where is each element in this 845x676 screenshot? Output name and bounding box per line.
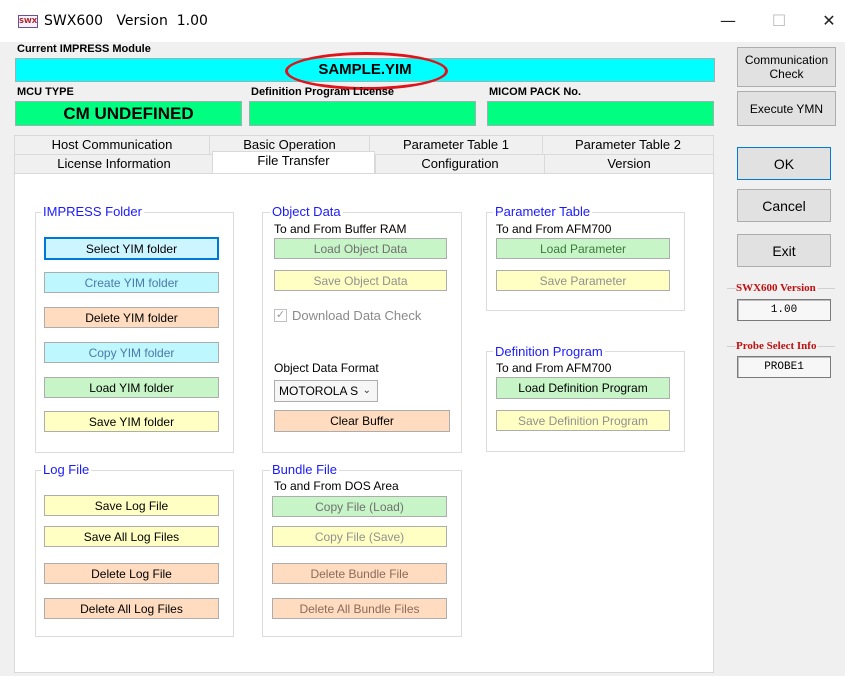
object-data-title: Object Data: [270, 204, 343, 219]
delete-yim-folder-button[interactable]: Delete YIM folder: [44, 307, 219, 328]
cancel-button[interactable]: Cancel: [737, 189, 831, 222]
definition-license-value: [249, 101, 476, 126]
object-data-format-value: MOTOROLA S: [279, 384, 359, 398]
log-file-title: Log File: [41, 462, 92, 477]
definition-program-subtitle: To and From AFM700: [496, 361, 612, 375]
mcu-type-label: MCU TYPE: [17, 86, 74, 98]
delete-log-file-button[interactable]: Delete Log File: [44, 563, 219, 584]
tab-host-communication[interactable]: Host Communication: [14, 135, 209, 154]
module-label: Current IMPRESS Module: [17, 43, 151, 55]
tab-file-transfer[interactable]: File Transfer: [212, 151, 375, 173]
copy-file-load-button[interactable]: Copy File (Load): [272, 496, 447, 517]
copy-file-save-button[interactable]: Copy File (Save): [272, 526, 447, 547]
parameter-table-subtitle: To and From AFM700: [496, 222, 612, 236]
select-yim-folder-button[interactable]: Select YIM folder: [44, 237, 219, 260]
app-icon: SWX: [18, 15, 38, 28]
delete-all-bundle-files-button[interactable]: Delete All Bundle Files: [272, 598, 447, 619]
communication-check-button[interactable]: Communication Check: [737, 47, 836, 87]
load-yim-folder-button[interactable]: Load YIM folder: [44, 377, 219, 398]
maximize-icon: ☐: [771, 11, 787, 30]
close-icon: ✕: [822, 11, 836, 30]
window-title: SWX600 Version 1.00: [44, 13, 208, 29]
exit-button[interactable]: Exit: [737, 234, 831, 267]
impress-folder-title: IMPRESS Folder: [41, 204, 144, 219]
tab-license-information[interactable]: License Information: [14, 154, 213, 173]
delete-bundle-file-button[interactable]: Delete Bundle File: [272, 563, 447, 584]
mcu-type-value: CM UNDEFINED: [15, 101, 242, 126]
save-yim-folder-button[interactable]: Save YIM folder: [44, 411, 219, 432]
micom-pack-value: [487, 101, 714, 126]
close-button[interactable]: ✕: [814, 8, 844, 34]
object-data-format-label: Object Data Format: [274, 361, 379, 375]
download-data-check-label: Download Data Check: [292, 308, 422, 323]
parameter-table-title: Parameter Table: [493, 204, 593, 219]
bundle-file-title: Bundle File: [270, 462, 340, 477]
definition-license-label: Definition Program License: [251, 86, 395, 98]
chevron-down-icon: ⌄: [362, 385, 371, 396]
swx-version-value: 1.00: [737, 299, 831, 321]
object-data-format-select[interactable]: MOTOROLA S ⌄: [274, 380, 378, 402]
execute-ymn-button[interactable]: Execute YMN: [737, 91, 836, 126]
save-all-log-files-button[interactable]: Save All Log Files: [44, 526, 219, 547]
load-definition-program-button[interactable]: Load Definition Program: [496, 377, 670, 399]
minimize-button[interactable]: —: [713, 8, 743, 34]
tab-parameter-table-1[interactable]: Parameter Table 1: [369, 135, 542, 154]
probe-select-value: PROBE1: [737, 356, 831, 378]
copy-yim-folder-button[interactable]: Copy YIM folder: [44, 342, 219, 363]
tab-configuration[interactable]: Configuration: [375, 154, 544, 173]
tab-parameter-table-2[interactable]: Parameter Table 2: [542, 135, 714, 154]
maximize-button[interactable]: ☐: [764, 8, 794, 34]
bundle-file-subtitle: To and From DOS Area: [274, 479, 399, 493]
probe-select-label: Probe Select Info: [736, 340, 819, 352]
clear-buffer-button[interactable]: Clear Buffer: [274, 410, 450, 432]
download-data-check-checkbox[interactable]: ✓: [274, 309, 287, 322]
swx-version-label: SWX600 Version: [736, 282, 818, 294]
definition-program-title: Definition Program: [493, 344, 605, 359]
load-parameter-button[interactable]: Load Parameter: [496, 238, 670, 259]
minimize-icon: —: [720, 11, 736, 30]
tab-version[interactable]: Version: [544, 154, 714, 173]
highlight-ellipse: [285, 52, 448, 90]
save-object-data-button[interactable]: Save Object Data: [274, 270, 447, 291]
save-parameter-button[interactable]: Save Parameter: [496, 270, 670, 291]
save-log-file-button[interactable]: Save Log File: [44, 495, 219, 516]
object-data-subtitle: To and From Buffer RAM: [274, 222, 407, 236]
delete-all-log-files-button[interactable]: Delete All Log Files: [44, 598, 219, 619]
save-definition-program-button[interactable]: Save Definition Program: [496, 410, 670, 431]
ok-button[interactable]: OK: [737, 147, 831, 180]
micom-pack-label: MICOM PACK No.: [489, 86, 582, 98]
create-yim-folder-button[interactable]: Create YIM folder: [44, 272, 219, 293]
load-object-data-button[interactable]: Load Object Data: [274, 238, 447, 259]
